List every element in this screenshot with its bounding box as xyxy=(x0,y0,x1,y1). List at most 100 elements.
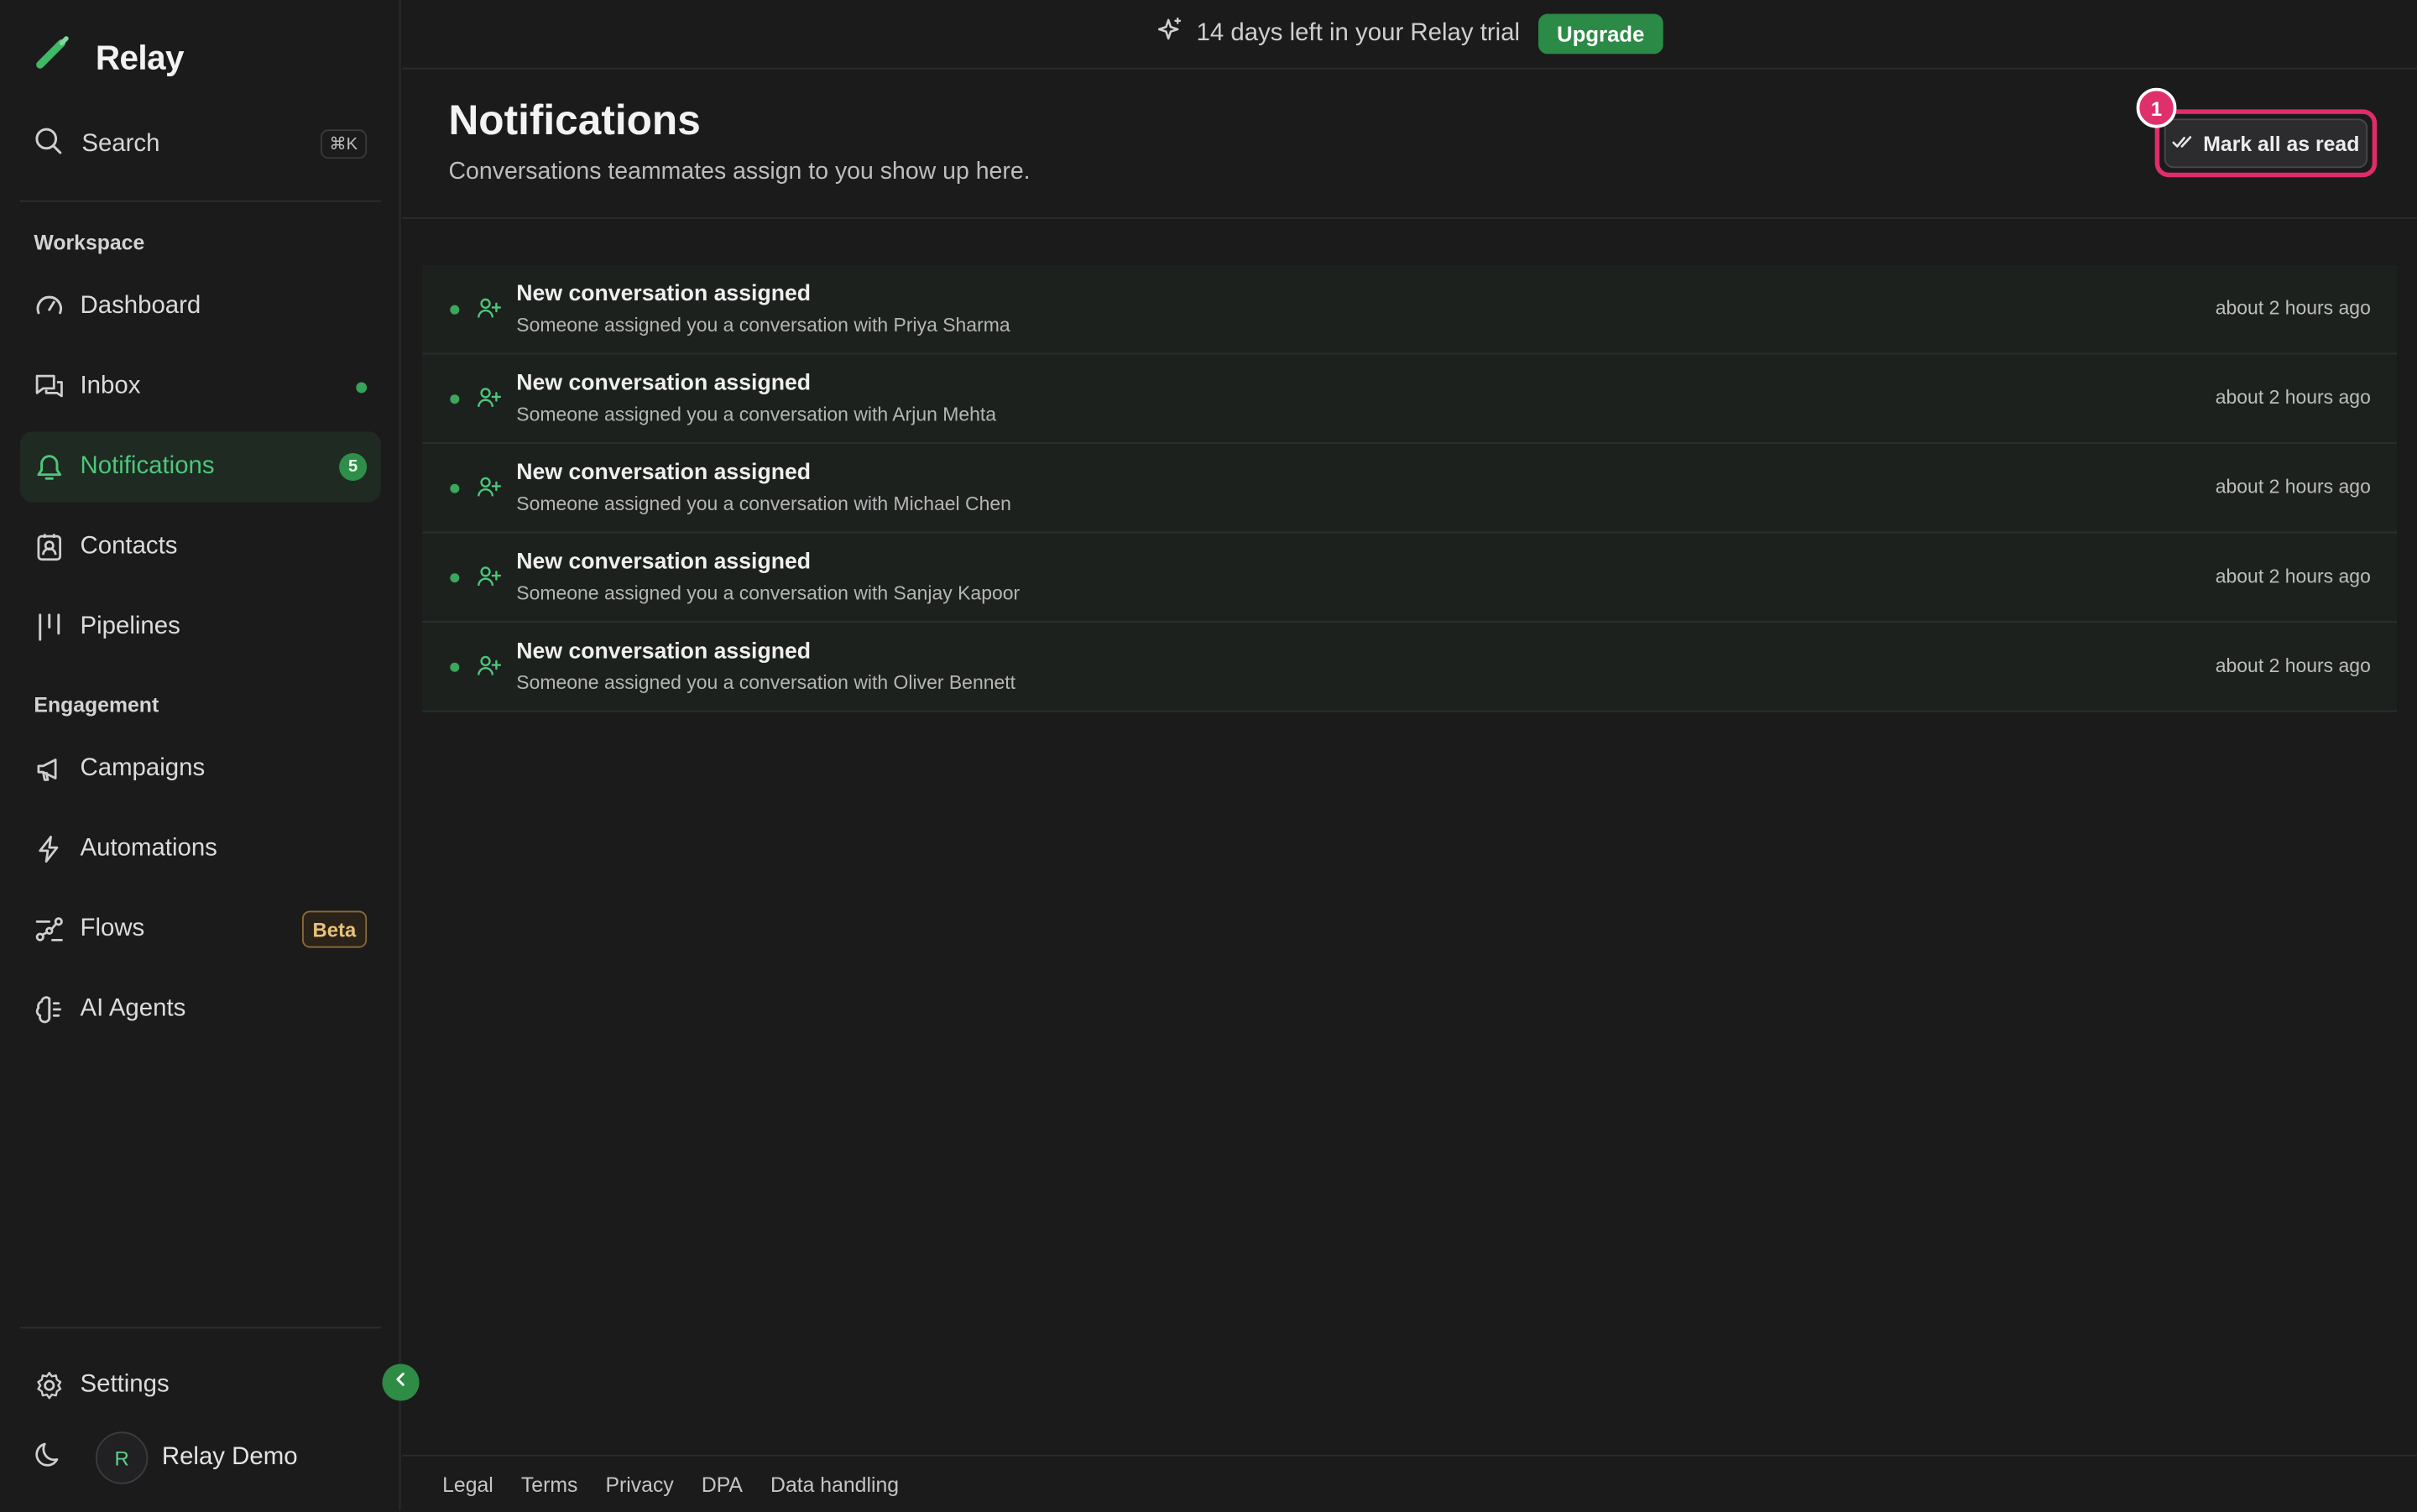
gauge-icon xyxy=(34,291,65,322)
notification-title: New conversation assigned xyxy=(516,461,812,486)
sidebar-item-label: AI Agents xyxy=(80,995,186,1022)
notification-count-badge: 5 xyxy=(339,452,368,482)
chevron-left-icon xyxy=(392,1369,410,1396)
notification-time: about 2 hours ago xyxy=(2215,297,2371,320)
sidebar-item-ai-agents[interactable]: AI Agents xyxy=(20,974,381,1045)
sparkle-icon xyxy=(1156,16,1184,51)
user-plus-icon xyxy=(477,564,502,597)
footer-link-dpa[interactable]: DPA xyxy=(702,1473,743,1496)
notification-body: Someone assigned you a conversation with… xyxy=(516,404,997,425)
avatar: R xyxy=(95,1431,149,1484)
user-plus-icon xyxy=(477,475,502,508)
unread-dot xyxy=(450,573,460,583)
user-plus-icon xyxy=(477,385,502,418)
megaphone-icon xyxy=(34,753,65,785)
moon-icon[interactable] xyxy=(34,1439,65,1478)
footer-link-privacy[interactable]: Privacy xyxy=(605,1473,673,1496)
sidebar-item-label: Contacts xyxy=(80,533,178,560)
sidebar-item-notifications[interactable]: Notifications 5 xyxy=(19,431,381,503)
search-shortcut: ⌘K xyxy=(320,129,368,159)
notification-title: New conversation assigned xyxy=(516,371,812,397)
divider xyxy=(19,1327,381,1329)
notification-row[interactable]: New conversation assigned Someone assign… xyxy=(422,443,2398,534)
brand[interactable]: Relay xyxy=(34,34,185,81)
notification-title: New conversation assigned xyxy=(516,550,812,576)
sidebar-item-label: Dashboard xyxy=(80,292,201,320)
section-workspace: Workspace xyxy=(34,231,145,255)
footer-link-terms[interactable]: Terms xyxy=(521,1473,577,1496)
unread-dot xyxy=(450,305,460,315)
user-menu[interactable]: R Relay Demo xyxy=(34,1431,298,1484)
user-plus-icon xyxy=(477,296,502,329)
sidebar-item-contacts[interactable]: Contacts xyxy=(20,512,381,582)
mark-all-highlight: Mark all as read xyxy=(2154,109,2378,178)
page-title: Notifications xyxy=(448,96,701,143)
chat-icon xyxy=(34,372,65,403)
step-marker-badge: 1 xyxy=(2136,87,2177,128)
sidebar-item-label: Campaigns xyxy=(80,754,206,782)
double-check-icon xyxy=(2173,132,2195,155)
contact-icon xyxy=(34,532,65,563)
sidebar-item-flows[interactable]: Flows Beta xyxy=(20,894,381,964)
sidebar-item-campaigns[interactable]: Campaigns xyxy=(20,733,381,804)
search-icon xyxy=(34,127,63,164)
notification-time: about 2 hours ago xyxy=(2215,476,2371,498)
unread-dot xyxy=(450,394,460,404)
notification-row[interactable]: New conversation assigned Someone assign… xyxy=(422,264,2398,355)
sidebar-item-pipelines[interactable]: Pipelines xyxy=(20,592,381,662)
sidebar-item-label: Notifications xyxy=(80,452,215,480)
brain-icon xyxy=(34,994,65,1025)
trial-banner: 14 days left in your Relay trial Upgrade xyxy=(402,0,2417,70)
notification-body: Someone assigned you a conversation with… xyxy=(516,314,1010,336)
mark-all-read-button[interactable]: Mark all as read xyxy=(2164,118,2368,169)
sidebar-item-dashboard[interactable]: Dashboard xyxy=(20,271,381,342)
user-plus-icon xyxy=(477,654,502,686)
notification-title: New conversation assigned xyxy=(516,639,812,665)
notification-body: Someone assigned you a conversation with… xyxy=(516,582,1021,604)
sidebar-item-label: Inbox xyxy=(80,373,141,399)
notification-row[interactable]: New conversation assigned Someone assign… xyxy=(422,623,2398,712)
sidebar-item-label: Pipelines xyxy=(80,613,180,640)
collapse-sidebar-button[interactable] xyxy=(382,1363,420,1401)
footer-link-legal[interactable]: Legal xyxy=(442,1473,493,1496)
page-subtitle: Conversations teammates assign to you sh… xyxy=(448,159,1031,185)
sidebar-item-label: Automations xyxy=(80,835,217,862)
app-name: Relay xyxy=(95,37,185,76)
gear-icon xyxy=(34,1370,65,1401)
sidebar-item-settings[interactable]: Settings xyxy=(20,1350,381,1421)
notification-time: about 2 hours ago xyxy=(2215,566,2371,587)
pipeline-icon xyxy=(34,612,65,643)
bell-icon xyxy=(34,451,65,482)
beta-badge: Beta xyxy=(301,910,368,948)
upgrade-button[interactable]: Upgrade xyxy=(1538,13,1663,55)
notification-time: about 2 hours ago xyxy=(2215,654,2371,677)
footer: Legal Terms Privacy DPA Data handling xyxy=(402,1454,2417,1512)
search-label: Search xyxy=(81,131,160,158)
sidebar-item-inbox[interactable]: Inbox xyxy=(20,352,381,422)
section-engagement: Engagement xyxy=(34,693,159,717)
sidebar: Relay Search ⌘K Workspace Dashboard Inbo… xyxy=(0,0,401,1510)
notification-title: New conversation assigned xyxy=(516,282,812,307)
search-button[interactable]: Search ⌘K xyxy=(34,123,368,166)
notification-time: about 2 hours ago xyxy=(2215,387,2371,409)
user-name: Relay Demo xyxy=(161,1443,298,1471)
page-header: Notifications Conversations teammates as… xyxy=(402,70,2417,219)
notification-body: Someone assigned you a conversation with… xyxy=(516,493,1011,515)
mark-all-read-label: Mark all as read xyxy=(2203,132,2360,155)
divider xyxy=(19,200,381,202)
sidebar-item-label: Flows xyxy=(80,915,145,942)
trial-text: 14 days left in your Relay trial xyxy=(1196,19,1521,47)
unread-dot xyxy=(356,381,368,393)
unread-dot xyxy=(450,483,460,493)
sidebar-item-label: Settings xyxy=(80,1371,170,1398)
sidebar-item-automations[interactable]: Automations xyxy=(20,814,381,884)
relay-logo-icon xyxy=(34,34,74,81)
footer-link-data-handling[interactable]: Data handling xyxy=(770,1473,899,1496)
notification-row[interactable]: New conversation assigned Someone assign… xyxy=(422,354,2398,444)
notification-row[interactable]: New conversation assigned Someone assign… xyxy=(422,533,2398,623)
unread-dot xyxy=(450,662,460,672)
flow-icon xyxy=(34,914,65,945)
notification-list: New conversation assigned Someone assign… xyxy=(422,264,2398,712)
bolt-icon xyxy=(34,834,65,865)
notification-body: Someone assigned you a conversation with… xyxy=(516,671,1016,694)
